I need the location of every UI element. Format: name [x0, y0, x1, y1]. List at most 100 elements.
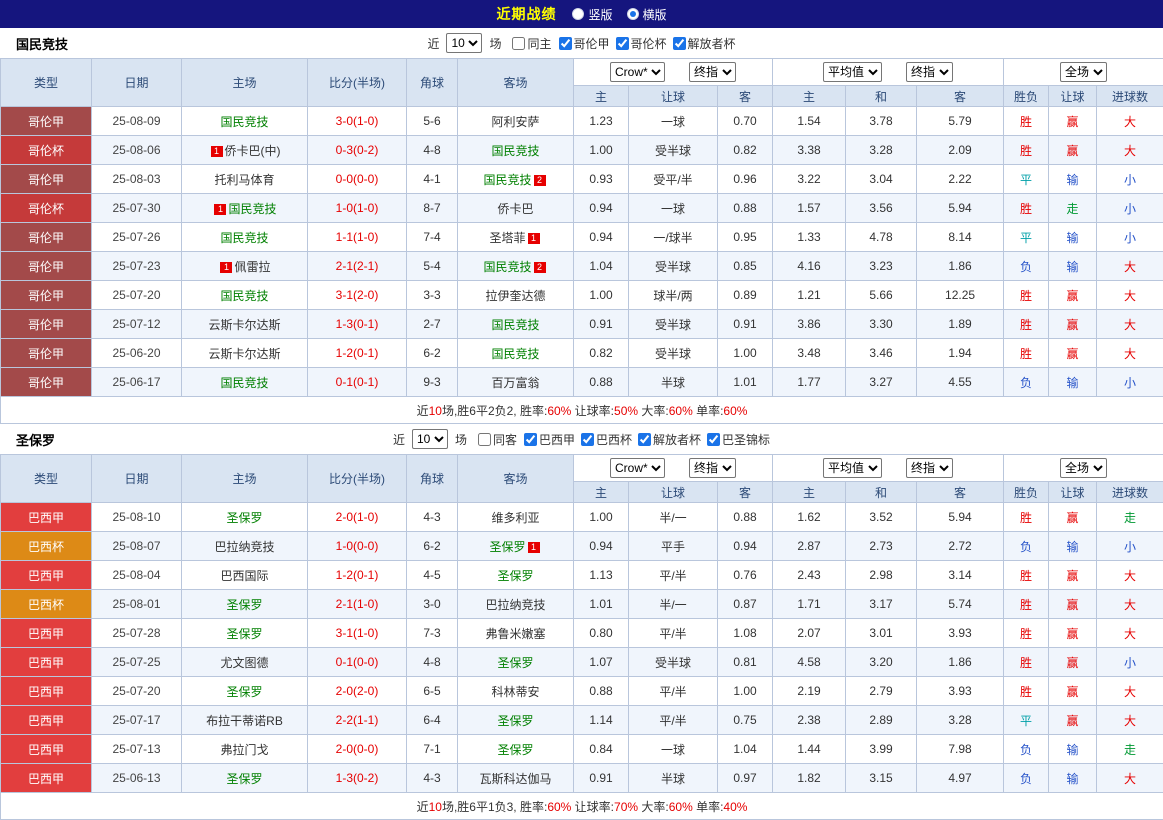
odds-stage-select[interactable]: 终指	[689, 62, 736, 82]
team-link: 圣保罗	[226, 772, 262, 786]
result-goals: 走	[1097, 503, 1163, 532]
col-header-euro-home: 主	[773, 86, 846, 107]
same-venue-filter[interactable]: 同客	[478, 431, 517, 448]
average-select[interactable]: 平均值	[823, 458, 882, 478]
orientation-radio-1[interactable]: 横版	[627, 6, 667, 23]
result-goals: 大	[1097, 310, 1163, 339]
match-row: 哥伦甲25-06-17国民竞技0-1(0-1)9-3百万富翁0.88半球1.01…	[1, 368, 1163, 397]
handicap-odds-home: 1.07	[574, 648, 629, 677]
handicap-line: 平/半	[629, 619, 718, 648]
league-checkbox[interactable]	[707, 433, 720, 446]
league-filter-0[interactable]: 巴西甲	[524, 431, 575, 448]
corner-count: 7-4	[407, 223, 458, 252]
radio-dot-icon	[572, 8, 584, 20]
odds-stage-select-2[interactable]: 终指	[906, 62, 953, 82]
corner-count: 4-3	[407, 764, 458, 793]
league-filter-0[interactable]: 哥伦甲	[559, 35, 610, 52]
topbar: 近期战绩 竖版横版	[0, 0, 1163, 28]
radio-label: 横版	[643, 6, 667, 23]
result-handicap: 输	[1049, 252, 1097, 281]
league-filter-2[interactable]: 解放者杯	[638, 431, 701, 448]
league-filter-1[interactable]: 巴西杯	[581, 431, 632, 448]
league-filter-1[interactable]: 哥伦杯	[616, 35, 667, 52]
euro-odds-draw: 3.27	[846, 368, 917, 397]
league-checkbox[interactable]	[524, 433, 537, 446]
euro-odds-draw: 3.28	[846, 136, 917, 165]
handicap-line: 半/一	[629, 590, 718, 619]
league-filter-3[interactable]: 巴圣锦标	[707, 431, 770, 448]
odds-stage-select[interactable]: 终指	[689, 458, 736, 478]
average-select[interactable]: 平均值	[823, 62, 882, 82]
result-goals: 大	[1097, 339, 1163, 368]
league-checkbox[interactable]	[638, 433, 651, 446]
summary-segment: 大率:	[638, 404, 669, 418]
match-count-select[interactable]: 10	[446, 33, 482, 53]
recent-suffix-label: 场	[455, 431, 467, 448]
summary-segment: 10	[429, 800, 442, 814]
result-goals: 大	[1097, 561, 1163, 590]
handicap-odds-away: 0.89	[718, 281, 773, 310]
handicap-odds-home: 0.82	[574, 339, 629, 368]
period-select[interactable]: 全场	[1060, 458, 1107, 478]
same-venue-checkbox[interactable]	[478, 433, 491, 446]
league-checkbox[interactable]	[581, 433, 594, 446]
same-venue-checkbox[interactable]	[512, 37, 525, 50]
bookmaker-select[interactable]: Crow*	[610, 62, 665, 82]
corner-count: 4-3	[407, 503, 458, 532]
league-type: 哥伦杯	[1, 194, 92, 223]
handicap-odds-home: 0.88	[574, 677, 629, 706]
bookmaker-select[interactable]: Crow*	[610, 458, 665, 478]
score: 2-0(1-0)	[308, 503, 407, 532]
odds-stage-select-2[interactable]: 终指	[906, 458, 953, 478]
handicap-odds-away: 0.87	[718, 590, 773, 619]
orientation-radio-0[interactable]: 竖版	[572, 6, 612, 23]
match-date: 25-06-13	[92, 764, 182, 793]
result-outcome: 平	[1004, 165, 1049, 194]
match-date: 25-07-26	[92, 223, 182, 252]
result-goals: 大	[1097, 590, 1163, 619]
home-team-cell: 圣保罗	[182, 590, 308, 619]
away-team-cell: 弗鲁米嫩塞	[458, 619, 574, 648]
away-team-cell: 国民竞技	[458, 136, 574, 165]
team-link: 圣保罗	[497, 743, 533, 757]
col-header-euro-draw: 和	[846, 86, 917, 107]
team-section-1: 国民竞技 近 10 场 同主 哥伦甲哥伦杯解放者杯 类型 日期 主场 比分(半场…	[0, 28, 1163, 424]
euro-odds-away: 1.86	[917, 648, 1004, 677]
league-type: 巴西甲	[1, 503, 92, 532]
match-count-select[interactable]: 10	[412, 429, 448, 449]
result-handicap: 赢	[1049, 619, 1097, 648]
match-date: 25-08-09	[92, 107, 182, 136]
home-team-cell: 圣保罗	[182, 503, 308, 532]
red-card-badge: 2	[534, 262, 546, 273]
red-card-badge: 1	[220, 262, 232, 273]
home-team-cell: 国民竞技	[182, 223, 308, 252]
home-team-cell: 1侨卡巴(中)	[182, 136, 308, 165]
team-link: 侨卡巴(中)	[225, 144, 281, 158]
away-team-cell: 拉伊奎达德	[458, 281, 574, 310]
handicap-line: 受半球	[629, 310, 718, 339]
league-filter-2[interactable]: 解放者杯	[673, 35, 736, 52]
period-select[interactable]: 全场	[1060, 62, 1107, 82]
result-goals: 小	[1097, 223, 1163, 252]
summary-segment: 让球率:	[571, 404, 614, 418]
handicap-line: 受平/半	[629, 165, 718, 194]
col-header-euro-away: 客	[917, 482, 1004, 503]
league-filter-label: 解放者杯	[688, 35, 736, 52]
league-checkbox[interactable]	[616, 37, 629, 50]
league-type: 哥伦甲	[1, 165, 92, 194]
score: 3-0(1-0)	[308, 107, 407, 136]
col-header-score: 比分(半场)	[308, 59, 407, 107]
red-card-badge: 2	[534, 175, 546, 186]
league-type: 巴西甲	[1, 735, 92, 764]
filter-bar: 国民竞技 近 10 场 同主 哥伦甲哥伦杯解放者杯	[0, 28, 1163, 58]
league-checkbox[interactable]	[559, 37, 572, 50]
same-venue-filter[interactable]: 同主	[512, 35, 551, 52]
team-link: 弗鲁米嫩塞	[485, 627, 545, 641]
result-group: 全场	[1004, 455, 1163, 482]
away-team-cell: 圣保罗1	[458, 532, 574, 561]
euro-odds-home: 2.19	[773, 677, 846, 706]
score: 1-3(0-2)	[308, 764, 407, 793]
league-checkbox[interactable]	[673, 37, 686, 50]
home-team-cell: 圣保罗	[182, 619, 308, 648]
euro-odds-home: 4.16	[773, 252, 846, 281]
